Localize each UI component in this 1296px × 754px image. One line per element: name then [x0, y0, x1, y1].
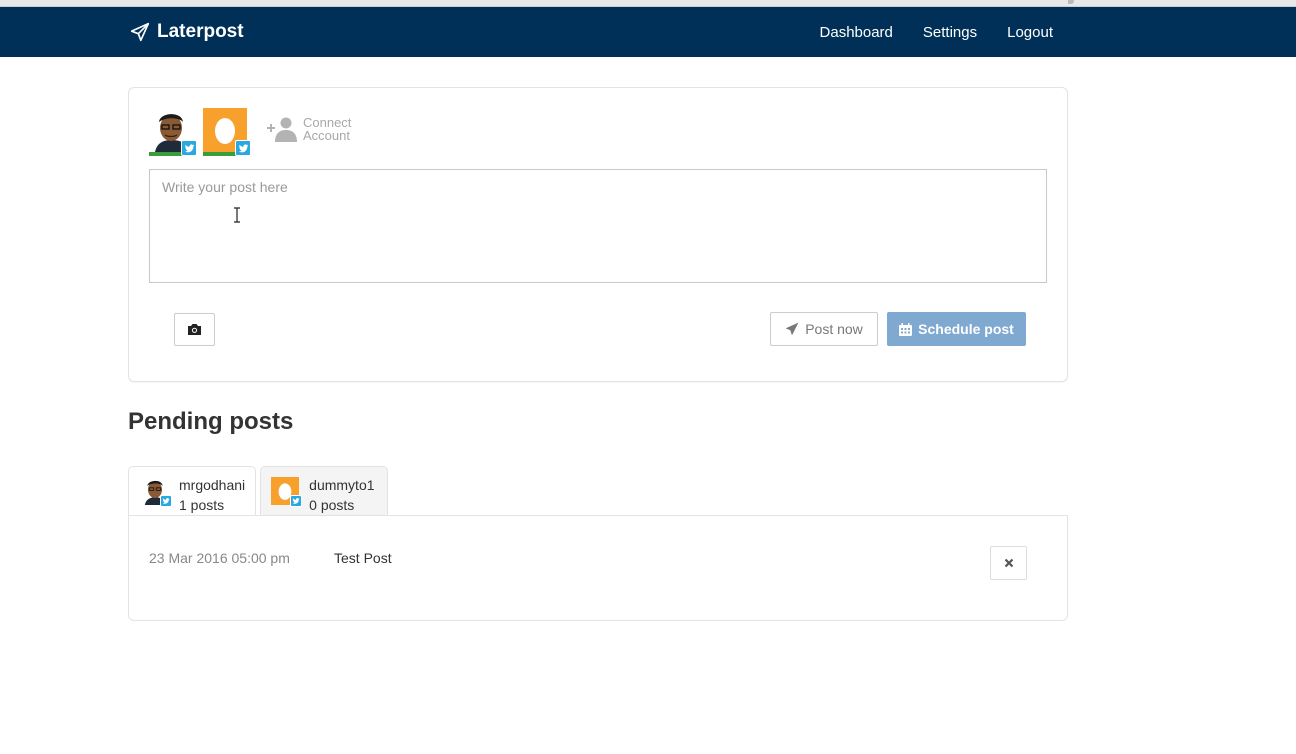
calendar-icon — [899, 322, 913, 336]
nav-links: Dashboard Settings Logout — [790, 7, 1053, 57]
send-icon — [785, 322, 799, 336]
post-now-label: Post now — [805, 321, 863, 337]
brand-logo[interactable]: Laterpost — [130, 7, 244, 57]
navbar: Laterpost Dashboard Settings Logout — [0, 7, 1296, 57]
nav-dashboard[interactable]: Dashboard — [820, 24, 893, 41]
browser-top-strip — [0, 0, 1296, 7]
tab-text: mrgodhani 1 posts — [179, 475, 245, 515]
twitter-icon — [235, 140, 251, 156]
nav-settings[interactable]: Settings — [923, 24, 977, 41]
post-now-button[interactable]: Post now — [770, 312, 878, 346]
connect-label-line2: Account — [303, 128, 350, 143]
post-text: Test Post — [334, 550, 392, 566]
text-cursor-icon — [234, 207, 240, 223]
tab-mrgodhani[interactable]: mrgodhani 1 posts — [128, 466, 257, 516]
pending-posts-title: Pending posts — [128, 408, 294, 435]
account-avatar-dummyto1[interactable] — [203, 108, 251, 156]
brand-name: Laterpost — [157, 21, 244, 42]
delete-post-button[interactable] — [990, 546, 1027, 580]
account-selector: Connect Account — [149, 108, 351, 158]
add-photo-button[interactable] — [174, 313, 215, 346]
pending-posts-panel: 23 Mar 2016 05:00 pm Test Post — [128, 515, 1068, 621]
post-textarea[interactable] — [149, 169, 1047, 283]
twitter-icon — [290, 495, 303, 507]
account-avatar-mrgodhani[interactable] — [149, 108, 197, 156]
account-tabs: mrgodhani 1 posts dummyto1 0 posts — [128, 466, 388, 516]
post-scheduled-date: 23 Mar 2016 05:00 pm — [149, 550, 290, 566]
browser-edge — [1068, 0, 1074, 4]
schedule-post-label: Schedule post — [918, 321, 1014, 337]
twitter-icon — [160, 495, 172, 507]
post-composer: Connect Account Post now Schedule post — [128, 87, 1068, 382]
connect-account-label: Connect Account — [303, 116, 351, 142]
camera-icon — [188, 324, 201, 335]
tab-avatar — [271, 477, 303, 507]
connect-account-button[interactable]: Connect Account — [267, 116, 351, 142]
nav-logout[interactable]: Logout — [1007, 24, 1053, 41]
tab-dummyto1[interactable]: dummyto1 0 posts — [260, 466, 388, 515]
close-icon — [1004, 558, 1013, 568]
tab-post-count: 0 posts — [309, 497, 355, 513]
tab-post-count: 1 posts — [179, 497, 225, 513]
add-user-icon — [267, 117, 297, 142]
paper-plane-icon — [130, 22, 150, 42]
twitter-icon — [181, 140, 197, 156]
tab-username: mrgodhani — [179, 477, 246, 493]
tab-text: dummyto1 0 posts — [309, 475, 374, 515]
tab-avatar — [141, 477, 172, 507]
tab-username: dummyto1 — [309, 477, 375, 493]
schedule-post-button[interactable]: Schedule post — [887, 312, 1026, 346]
list-item: 23 Mar 2016 05:00 pm Test Post — [149, 550, 392, 566]
